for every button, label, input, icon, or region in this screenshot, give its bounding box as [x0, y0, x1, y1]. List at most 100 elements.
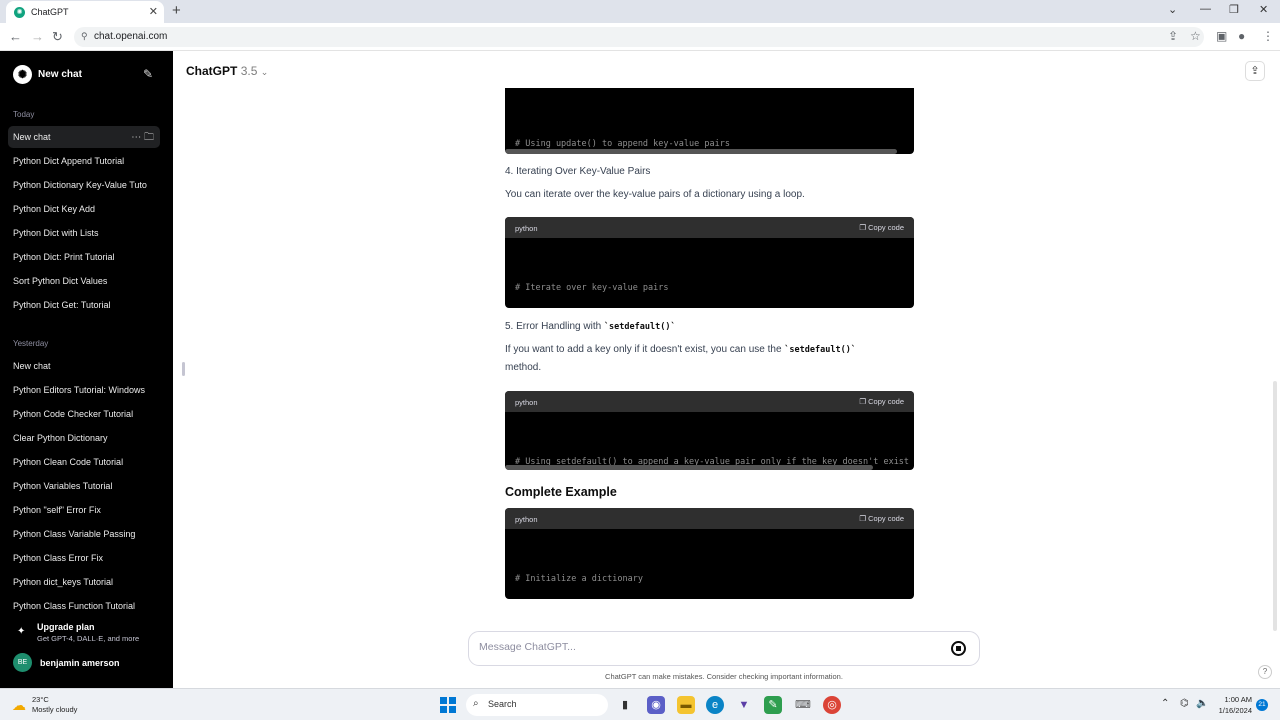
inline-code: `setdefault()`: [784, 345, 856, 355]
code-scrollbar[interactable]: [505, 465, 873, 470]
user-menu[interactable]: BE benjamin amerson: [13, 653, 120, 672]
copy-code-button[interactable]: ❐ Copy code: [859, 514, 904, 523]
new-chat-edit-icon[interactable]: ✎: [143, 67, 153, 81]
upgrade-subtitle: Get GPT-4, DALL·E, and more: [37, 634, 140, 643]
sidebar-item-label: New chat: [13, 132, 51, 142]
heading-text: 5. Error Handling with: [505, 321, 604, 332]
help-icon[interactable]: ?: [1258, 665, 1272, 679]
notification-badge[interactable]: 21: [1256, 699, 1268, 711]
network-app-icon[interactable]: ⌨: [794, 696, 812, 714]
minimize-icon[interactable]: —: [1200, 3, 1211, 15]
message-input[interactable]: [479, 641, 939, 653]
sidebar-item[interactable]: Python Class Function Tutorial: [8, 595, 160, 617]
sidebar-item[interactable]: Python Variables Tutorial: [8, 475, 160, 497]
openai-logo-icon: ✺: [13, 65, 32, 84]
sidebar-item[interactable]: Python Class Error Fix: [8, 547, 160, 569]
wifi-icon[interactable]: ⌬: [1180, 698, 1189, 709]
tab-search-icon[interactable]: ⌄: [1168, 3, 1177, 16]
share-chat-icon[interactable]: ⇪: [1245, 61, 1265, 81]
url-field[interactable]: ⚲ chat.openai.com: [74, 27, 1204, 47]
close-tab-icon[interactable]: ✕: [149, 5, 158, 18]
section-heading: 5. Error Handling with `setdefault()`: [505, 318, 676, 336]
copy-code-button[interactable]: ❐ Copy code: [859, 397, 904, 406]
code-scrollbar[interactable]: [505, 149, 897, 154]
task-view-icon[interactable]: ▮: [616, 696, 634, 714]
code-language: python: [515, 398, 538, 407]
share-page-icon[interactable]: ⇪: [1168, 29, 1178, 43]
reload-icon[interactable]: ↻: [52, 29, 63, 45]
sidebar-item[interactable]: New chat ⋯ 🗀: [8, 126, 160, 148]
weather-widget[interactable]: ☁ 23°C Mostly cloudy: [12, 695, 77, 715]
clock-time: 1:00 AM: [1224, 695, 1252, 704]
new-tab-icon[interactable]: +: [172, 2, 181, 19]
sidebar-item-label: Python Dict Append Tutorial: [13, 156, 125, 166]
chrome-icon[interactable]: ◎: [823, 696, 841, 714]
section-heading: 4. Iterating Over Key-Value Pairs: [505, 166, 651, 177]
side-panel-icon[interactable]: ▣: [1216, 29, 1227, 43]
clock[interactable]: 1:00 AM 1/16/2024: [1212, 694, 1252, 716]
sidebar-item[interactable]: Sort Python Dict Values: [8, 270, 160, 292]
volume-icon[interactable]: 🔈: [1196, 698, 1208, 709]
sidebar-item[interactable]: Python Dict: Print Tutorial: [8, 246, 160, 268]
tray-chevron-icon[interactable]: ⌃: [1161, 698, 1169, 709]
browser-menu-icon[interactable]: ⋮: [1262, 29, 1274, 43]
profile-icon[interactable]: ●: [1238, 29, 1245, 43]
code-language: python: [515, 515, 538, 524]
sidebar-item-label: Python Clean Code Tutorial: [13, 457, 124, 467]
file-explorer-icon[interactable]: ▬: [677, 696, 695, 714]
code-comment: # Initialize a dictionary: [515, 574, 643, 584]
maximize-icon[interactable]: ❐: [1229, 3, 1239, 16]
taskbar-search[interactable]: ⌕ Search: [466, 694, 608, 716]
browser-tab[interactable]: ✺ ChatGPT ✕: [6, 1, 164, 23]
bookmark-star-icon[interactable]: ☆: [1190, 29, 1201, 43]
new-chat-header[interactable]: ✺ New chat: [13, 65, 82, 84]
sidebar-item[interactable]: Python Dict Key Add: [8, 198, 160, 220]
sidebar-item[interactable]: Python Code Checker Tutorial: [8, 403, 160, 425]
sidebar-item[interactable]: New chat: [8, 355, 160, 377]
model-selector[interactable]: ChatGPT 3.5 ⌄: [186, 64, 268, 78]
sidebar-item[interactable]: Python Clean Code Tutorial: [8, 451, 160, 473]
sidebar-item[interactable]: Python "self" Error Fix: [8, 499, 160, 521]
sidebar-item[interactable]: Clear Python Dictionary: [8, 427, 160, 449]
copy-code-label: Copy code: [868, 397, 904, 406]
teams-chat-icon[interactable]: ◉: [647, 696, 665, 714]
copy-code-label: Copy code: [868, 223, 904, 232]
stop-icon: [956, 646, 961, 651]
scrollbar[interactable]: [1273, 381, 1277, 631]
back-icon[interactable]: ←: [9, 29, 22, 44]
forward-icon[interactable]: →: [31, 29, 44, 44]
sidebar-item-label: Python Dictionary Key-Value Tuto: [13, 180, 147, 190]
url-text: chat.openai.com: [94, 31, 168, 42]
clock-date: 1/16/2024: [1218, 706, 1252, 715]
close-window-icon[interactable]: ✕: [1259, 3, 1268, 16]
sidebar-item[interactable]: Python Dict with Lists: [8, 222, 160, 244]
sidebar-collapse-handle[interactable]: [182, 362, 185, 376]
spreadsheet-app-icon[interactable]: ✎: [764, 696, 782, 714]
code-block: # Using update() to append key-value pai…: [505, 88, 914, 154]
code-comment: # Iterate over key-value pairs: [515, 283, 669, 293]
sidebar-item-label: Python Class Variable Passing: [13, 529, 136, 539]
paragraph: method.: [505, 362, 542, 373]
sidebar-item[interactable]: Python Class Variable Passing: [8, 523, 160, 545]
search-icon: ⌕: [473, 698, 479, 709]
paragraph-text: If you want to add a key only if it does…: [505, 344, 785, 355]
sidebar-item-label: New chat: [13, 361, 51, 371]
stop-generating-button[interactable]: [951, 641, 966, 656]
edge-icon[interactable]: e: [706, 696, 724, 714]
sidebar-item[interactable]: Python Dictionary Key-Value Tuto: [8, 174, 160, 196]
sidebar-item[interactable]: Python Editors Tutorial: Windows: [8, 379, 160, 401]
sidebar-item[interactable]: Python dict_keys Tutorial: [8, 571, 160, 593]
sidebar-item[interactable]: Python Dict Get: Tutorial: [8, 294, 160, 316]
chat-options-icon[interactable]: ⋯ 🗀: [131, 130, 154, 147]
windows-start-icon[interactable]: [440, 697, 456, 713]
inline-code: `setdefault()`: [603, 322, 676, 332]
sidebar-item-label: Python Dict: Print Tutorial: [13, 252, 115, 262]
code-header: python ❐ Copy code: [505, 217, 914, 238]
browser-tab-bar: ✺ ChatGPT ✕ + ⌄ — ❐ ✕: [0, 0, 1280, 23]
code-language: python: [515, 224, 538, 233]
vpn-app-icon[interactable]: ▼: [735, 696, 753, 714]
model-version: 3.5: [240, 64, 258, 78]
sidebar-item[interactable]: Python Dict Append Tutorial: [8, 150, 160, 172]
copy-code-button[interactable]: ❐ Copy code: [859, 223, 904, 232]
site-info-icon[interactable]: ⚲: [81, 31, 88, 42]
